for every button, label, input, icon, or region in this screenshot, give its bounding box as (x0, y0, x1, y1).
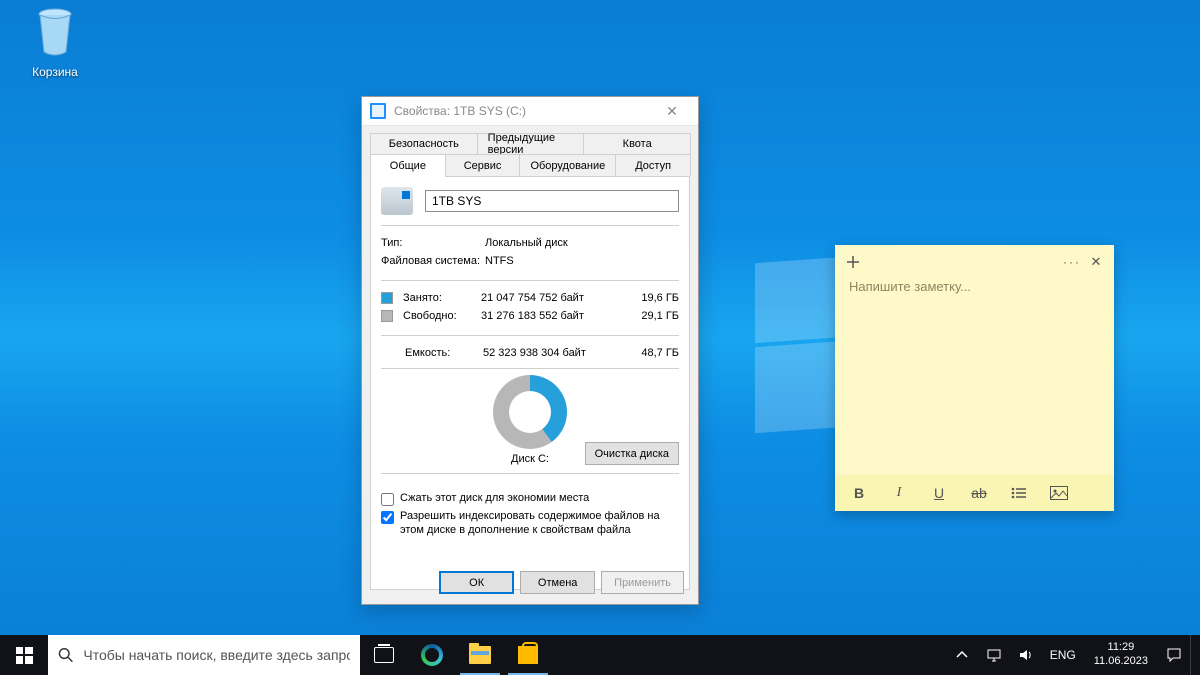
sticky-note-titlebar[interactable]: ··· ✕ (835, 245, 1114, 279)
tray-language-button[interactable]: ENG (1042, 635, 1084, 675)
free-gb: 29,1 ГБ (613, 310, 679, 322)
usage-donut-chart (493, 375, 567, 449)
tray-volume-button[interactable] (1010, 635, 1042, 675)
drive-titlebar-icon (370, 103, 386, 119)
edge-icon (421, 644, 443, 666)
format-image-button[interactable] (1039, 475, 1079, 511)
recycle-bin-label: Корзина (16, 65, 94, 79)
disk-cleanup-button[interactable]: Очистка диска (585, 442, 679, 465)
taskbar: Чтобы начать поиск, введите здесь запрос… (0, 635, 1200, 675)
taskbar-edge-button[interactable] (408, 635, 456, 675)
window-close-button[interactable]: ✕ (654, 103, 690, 119)
system-tray: ENG 11:29 11.06.2023 (946, 635, 1200, 675)
format-strikethrough-button[interactable]: ab (959, 475, 999, 511)
free-bytes: 31 276 183 552 байт (481, 310, 613, 322)
index-checkbox-row[interactable]: Разрешить индексировать содержимое файло… (381, 508, 679, 540)
ok-button[interactable]: ОК (439, 571, 514, 594)
taskbar-task-view-button[interactable] (360, 635, 408, 675)
tray-action-center-button[interactable] (1158, 635, 1190, 675)
tabs-row-lower: Общие Сервис Оборудование Доступ (370, 154, 690, 176)
desktop: Корзина Свойства: 1TB SYS (C:) ✕ Безопас… (0, 0, 1200, 675)
format-underline-button[interactable]: U (919, 475, 959, 511)
used-bytes: 21 047 754 752 байт (481, 292, 613, 304)
compress-checkbox[interactable] (381, 493, 394, 506)
taskbar-sticky-notes-button[interactable] (504, 635, 552, 675)
sticky-note-format-toolbar: B I U ab (835, 475, 1114, 511)
tab-quota[interactable]: Квота (583, 133, 691, 154)
free-space-row: Свободно: 31 276 183 552 байт 29,1 ГБ (381, 307, 679, 325)
recycle-bin-icon (32, 6, 78, 58)
search-icon (58, 647, 73, 663)
chevron-up-icon (954, 647, 970, 663)
list-icon (1011, 486, 1027, 500)
taskbar-clock[interactable]: 11:29 11.06.2023 (1084, 641, 1158, 669)
tab-general[interactable]: Общие (370, 154, 446, 176)
drive-icon (381, 187, 413, 215)
filesystem-value: NTFS (485, 255, 514, 267)
capacity-label: Емкость: (405, 347, 483, 359)
taskbar-file-explorer-button[interactable] (456, 635, 504, 675)
usage-chart-section: Диск C: Очистка диска (381, 369, 679, 474)
index-checkbox[interactable] (381, 511, 394, 524)
tab-panel-general: 1TB SYS Тип: Локальный диск Файловая сис… (370, 176, 690, 590)
sticky-note-close-button[interactable]: ✕ (1084, 250, 1108, 274)
free-swatch-icon (381, 310, 393, 322)
window-title: Свойства: 1TB SYS (C:) (394, 104, 526, 118)
cancel-button[interactable]: Отмена (520, 571, 595, 594)
search-placeholder: Чтобы начать поиск, введите здесь запрос (83, 647, 350, 663)
tab-previous-versions[interactable]: Предыдущие версии (477, 133, 585, 154)
filesystem-label: Файловая система: (381, 255, 485, 267)
recycle-bin-desktop-icon[interactable]: Корзина (16, 6, 94, 79)
start-button[interactable] (0, 635, 48, 675)
plus-icon (846, 255, 860, 269)
compress-checkbox-row[interactable]: Сжать этот диск для экономии места (381, 490, 679, 508)
tab-hardware[interactable]: Оборудование (519, 154, 616, 176)
notification-icon (1166, 647, 1182, 663)
sticky-note-menu-button[interactable]: ··· (1060, 250, 1084, 274)
sticky-note-add-button[interactable] (841, 250, 865, 274)
used-swatch-icon (381, 292, 393, 304)
type-value: Локальный диск (485, 237, 568, 249)
index-checkbox-label: Разрешить индексировать содержимое файло… (400, 510, 679, 538)
file-explorer-icon (469, 646, 491, 664)
tab-security[interactable]: Безопасность (370, 133, 478, 154)
sticky-notes-icon (518, 646, 538, 664)
dialog-button-row: ОК Отмена Применить (362, 571, 698, 594)
type-row: Тип: Локальный диск (381, 234, 679, 252)
show-desktop-button[interactable] (1190, 635, 1196, 675)
tray-network-button[interactable] (978, 635, 1010, 675)
windows-icon (16, 647, 33, 664)
tab-sharing[interactable]: Доступ (615, 154, 691, 176)
tabs-row-upper: Безопасность Предыдущие версии Квота (370, 133, 690, 154)
capacity-gb: 48,7 ГБ (615, 347, 679, 359)
image-icon (1050, 486, 1068, 500)
task-view-icon (374, 647, 394, 663)
drive-name-row: 1TB SYS (381, 185, 679, 226)
taskbar-time: 11:29 (1094, 641, 1148, 655)
sticky-note-window: ··· ✕ Напишите заметку... B I U ab (835, 245, 1114, 511)
used-gb: 19,6 ГБ (613, 292, 679, 304)
compress-checkbox-label: Сжать этот диск для экономии места (400, 492, 679, 506)
format-bold-button[interactable]: B (839, 475, 879, 511)
type-label: Тип: (381, 237, 485, 249)
tab-tools[interactable]: Сервис (445, 154, 521, 176)
sticky-note-textarea[interactable]: Напишите заметку... (835, 279, 1114, 475)
used-label: Занято: (403, 292, 481, 304)
volume-icon (1018, 647, 1034, 663)
free-label: Свободно: (403, 310, 481, 322)
taskbar-search-box[interactable]: Чтобы начать поиск, введите здесь запрос (48, 635, 360, 675)
filesystem-row: Файловая система: NTFS (381, 252, 679, 270)
capacity-row: Емкость: 52 323 938 304 байт 48,7 ГБ (381, 344, 679, 362)
drive-name-input[interactable]: 1TB SYS (425, 190, 679, 212)
used-space-row: Занято: 21 047 754 752 байт 19,6 ГБ (381, 289, 679, 307)
network-icon (986, 647, 1002, 663)
tray-show-hidden-button[interactable] (946, 635, 978, 675)
drive-properties-window: Свойства: 1TB SYS (C:) ✕ Безопасность Пр… (361, 96, 699, 605)
apply-button[interactable]: Применить (601, 571, 684, 594)
taskbar-date: 11.06.2023 (1094, 655, 1148, 669)
window-titlebar[interactable]: Свойства: 1TB SYS (C:) ✕ (362, 97, 698, 126)
format-bullet-list-button[interactable] (999, 475, 1039, 511)
format-italic-button[interactable]: I (879, 475, 919, 511)
capacity-bytes: 52 323 938 304 байт (483, 347, 615, 359)
